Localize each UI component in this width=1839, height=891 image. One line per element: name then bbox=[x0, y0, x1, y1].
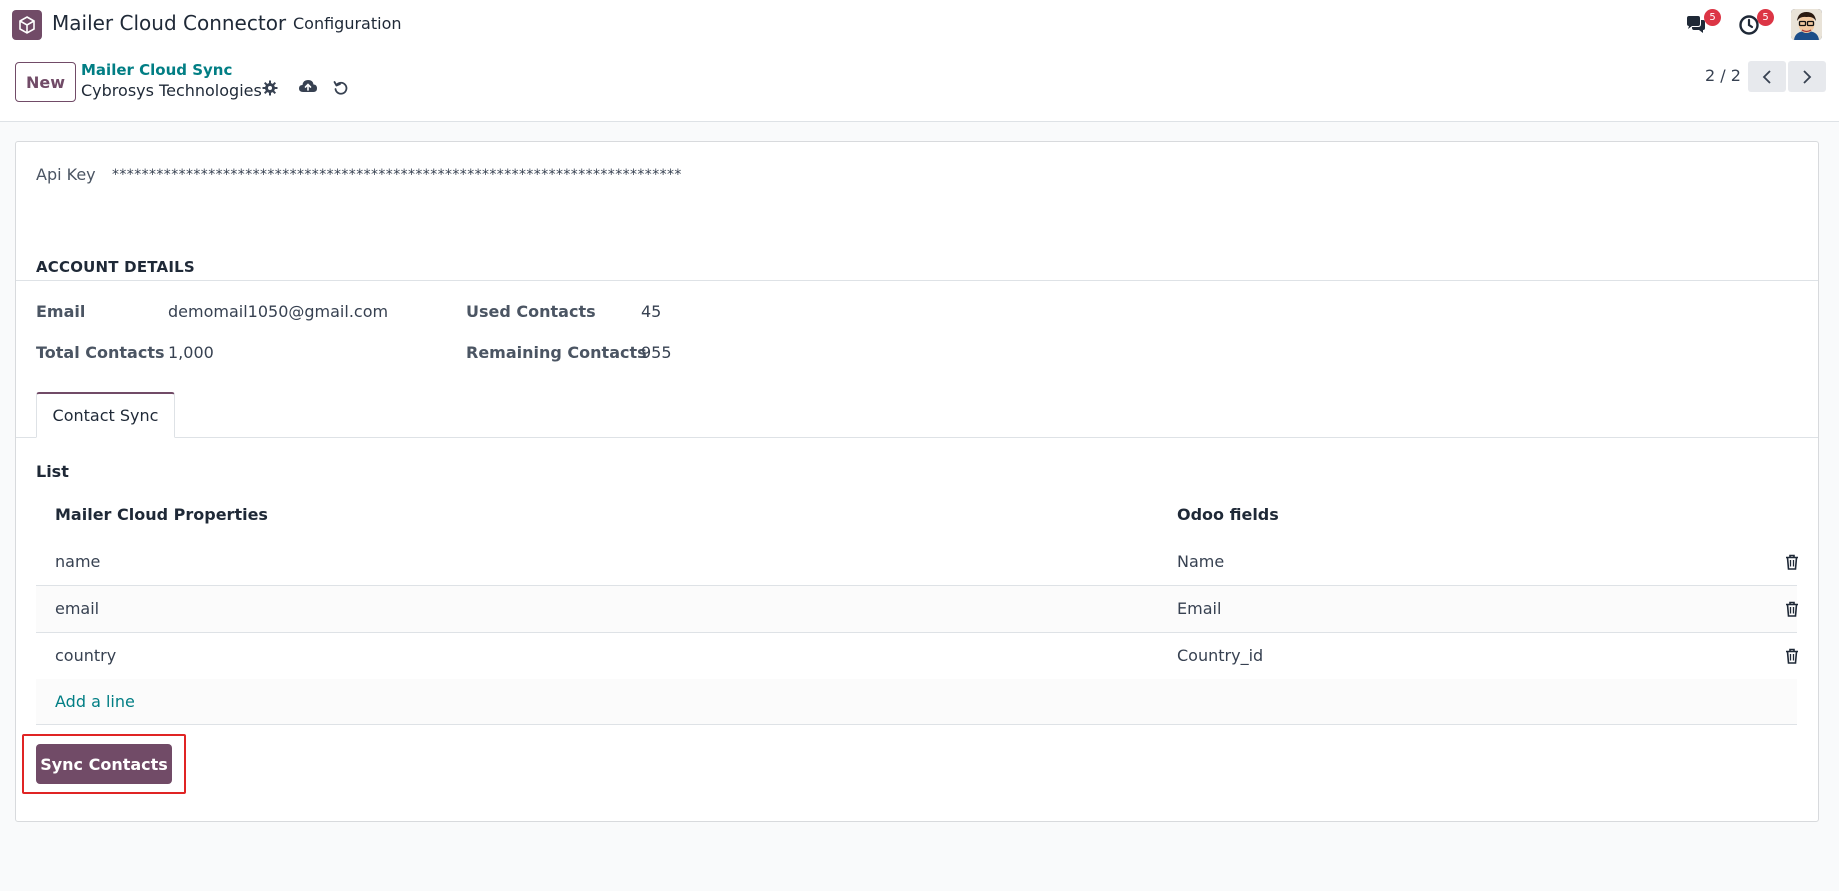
trash-icon[interactable] bbox=[1783, 647, 1801, 665]
property-cell[interactable]: email bbox=[55, 599, 99, 618]
chevron-left-icon bbox=[1762, 69, 1771, 84]
user-avatar[interactable] bbox=[1791, 9, 1822, 40]
top-navbar: Mailer Cloud Connector Configuration 5 5 bbox=[0, 0, 1839, 48]
email-label: Email bbox=[36, 302, 86, 321]
app-logo-icon[interactable] bbox=[12, 10, 42, 40]
save-button[interactable] bbox=[298, 76, 318, 96]
used-contacts-value: 45 bbox=[641, 302, 662, 321]
activities-button[interactable]: 5 bbox=[1736, 9, 1774, 38]
trash-icon[interactable] bbox=[1783, 600, 1801, 618]
menu-configuration[interactable]: Configuration bbox=[293, 14, 402, 33]
total-contacts-value: 1,000 bbox=[168, 343, 214, 362]
remaining-contacts-value: 955 bbox=[641, 343, 672, 362]
field-cell[interactable]: Email bbox=[1177, 599, 1221, 618]
tab-divider bbox=[16, 437, 1818, 438]
messages-button[interactable]: 5 bbox=[1683, 9, 1721, 38]
table-header: Mailer Cloud Properties Odoo fields bbox=[36, 492, 1797, 538]
tab-contact-sync[interactable]: Contact Sync bbox=[36, 392, 175, 438]
form-sheet: Api Key ********************************… bbox=[15, 141, 1819, 822]
pager-value[interactable]: 2 / 2 bbox=[1705, 66, 1741, 85]
gear-icon bbox=[262, 80, 278, 96]
cloud-upload-icon bbox=[299, 80, 317, 92]
record-title: Cybrosys Technologies bbox=[81, 81, 262, 100]
column-header-odoo-fields[interactable]: Odoo fields bbox=[1177, 505, 1279, 524]
chevron-right-icon bbox=[1803, 69, 1812, 84]
api-key-field[interactable]: ****************************************… bbox=[112, 167, 682, 183]
add-a-line-link[interactable]: Add a line bbox=[55, 692, 135, 711]
trash-icon[interactable] bbox=[1783, 553, 1801, 571]
table-row[interactable]: name Name bbox=[36, 539, 1798, 586]
property-cell[interactable]: country bbox=[55, 646, 116, 665]
remaining-contacts-label: Remaining Contacts bbox=[466, 343, 647, 362]
used-contacts-label: Used Contacts bbox=[466, 302, 596, 321]
control-panel: New Mailer Cloud Sync Cybrosys Technolog… bbox=[0, 48, 1839, 122]
field-cell[interactable]: Country_id bbox=[1177, 646, 1263, 665]
discard-button[interactable] bbox=[331, 78, 351, 98]
add-line-row: Add a line bbox=[36, 679, 1797, 725]
breadcrumb-parent[interactable]: Mailer Cloud Sync bbox=[81, 61, 232, 79]
section-divider bbox=[16, 280, 1818, 281]
new-button[interactable]: New bbox=[15, 62, 76, 102]
messages-badge: 5 bbox=[1704, 9, 1721, 26]
email-value[interactable]: demomail1050@gmail.com bbox=[168, 302, 388, 321]
list-label: List bbox=[36, 462, 69, 481]
pager-next-button[interactable] bbox=[1788, 61, 1826, 92]
property-cell[interactable]: name bbox=[55, 552, 100, 571]
table-row[interactable]: email Email bbox=[36, 586, 1798, 633]
app-name[interactable]: Mailer Cloud Connector bbox=[52, 11, 286, 35]
column-header-properties[interactable]: Mailer Cloud Properties bbox=[55, 505, 268, 524]
table-row[interactable]: country Country_id bbox=[36, 633, 1798, 680]
sync-contacts-button[interactable]: Sync Contacts bbox=[36, 744, 172, 784]
user-face-icon bbox=[1791, 9, 1822, 40]
activities-badge: 5 bbox=[1757, 9, 1774, 26]
pager-previous-button[interactable] bbox=[1748, 61, 1786, 92]
actions-gear-button[interactable] bbox=[260, 78, 280, 98]
api-key-label: Api Key bbox=[36, 165, 96, 184]
account-details-title: ACCOUNT DETAILS bbox=[36, 258, 195, 276]
field-cell[interactable]: Name bbox=[1177, 552, 1224, 571]
total-contacts-label: Total Contacts bbox=[36, 343, 165, 362]
undo-icon bbox=[333, 81, 348, 95]
